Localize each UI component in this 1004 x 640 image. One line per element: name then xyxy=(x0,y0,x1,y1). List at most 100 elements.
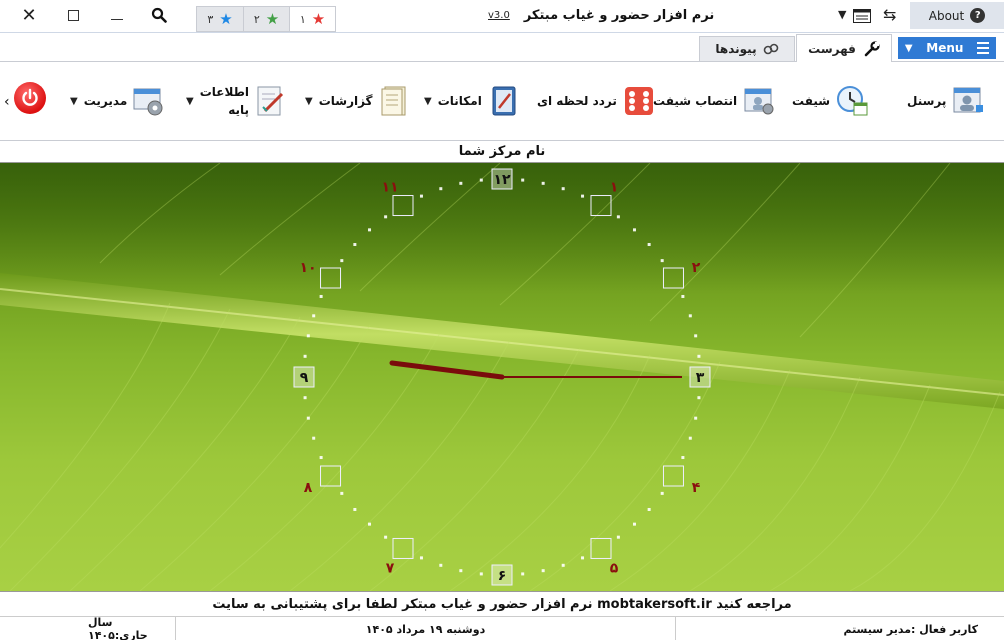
minute-dot xyxy=(439,563,443,567)
star-icon: ★ xyxy=(219,9,233,28)
about-button[interactable]: About ? xyxy=(910,2,1004,29)
maximize-icon xyxy=(67,9,79,21)
swap-arrows-icon[interactable]: ⇆ xyxy=(883,5,896,24)
minute-dot xyxy=(479,178,483,182)
ribbon-management-label: مدیریت xyxy=(83,94,128,108)
minute-dot xyxy=(312,436,316,440)
title-bar: ✕ ۳ ★ ۲ ★ ۱ ★ v3.0 نرم افزار حضور و غیاب… xyxy=(0,0,1004,33)
ribbon-shift-label: شیفت xyxy=(792,94,831,108)
clock-calendar-icon xyxy=(836,85,868,117)
status-bar: سال جاری:۱۴۰۵ دوشنبه ۱۹ مرداد ۱۴۰۵ کاربر… xyxy=(0,616,1004,640)
minute-dot xyxy=(303,396,307,400)
app-version[interactable]: v3.0 xyxy=(488,10,510,21)
minimize-icon xyxy=(111,18,123,20)
ribbon-personnel-label: پرسنل xyxy=(907,94,947,108)
tab-links[interactable]: پیوندها xyxy=(699,36,795,61)
hour-numeral: ۱ xyxy=(610,179,619,195)
search-icon xyxy=(151,7,167,23)
hour-marker xyxy=(392,537,414,559)
center-name-bar: نام مرکز شما xyxy=(0,141,1004,163)
minute-dot xyxy=(697,396,701,400)
settings-window-icon xyxy=(133,85,165,117)
app-window: ✕ ۳ ★ ۲ ★ ۱ ★ v3.0 نرم افزار حضور و غیاب… xyxy=(0,0,1004,640)
favorite-label: ۱ xyxy=(299,12,306,26)
hour-numeral: ۱۱ xyxy=(381,179,398,195)
minute-dot xyxy=(353,507,357,511)
minute-dot xyxy=(479,572,483,576)
hour-numeral: ۸ xyxy=(304,480,313,496)
current-year-text: سال جاری:۱۴۰۵ xyxy=(88,616,148,640)
layout-toggle-button[interactable] xyxy=(853,8,871,27)
chevron-down-icon[interactable]: ▼ xyxy=(838,8,846,21)
tab-index[interactable]: فهرست xyxy=(796,34,892,62)
minute-dot xyxy=(419,556,423,560)
ribbon-base-info[interactable]: اطلاعات پایه ▼ xyxy=(186,62,287,140)
star-icon: ★ xyxy=(265,9,280,28)
help-icon: ? xyxy=(970,8,986,23)
ribbon-shift-assign[interactable]: انتصاب شیفت xyxy=(653,62,775,140)
tools-book-icon xyxy=(488,85,520,117)
minute-dot xyxy=(368,522,372,526)
scroll-left-arrow-icon[interactable]: ‹ xyxy=(4,94,10,110)
minute-dot xyxy=(521,572,525,576)
ribbon-personnel[interactable]: پرسنل xyxy=(907,62,984,140)
minute-dot xyxy=(306,334,310,338)
status-current-year: سال جاری:۱۴۰۵ xyxy=(0,616,176,640)
personnel-icon xyxy=(952,85,984,117)
minute-dot xyxy=(541,181,545,185)
minute-dot xyxy=(694,334,698,338)
minute-dot xyxy=(561,563,565,567)
minute-dot xyxy=(660,491,664,495)
chevron-down-icon: ▼ xyxy=(904,42,913,54)
close-window-button[interactable]: ✕ xyxy=(12,0,46,30)
ribbon-reports-label: گزارشات xyxy=(318,94,373,108)
ribbon-base-info-label: اطلاعات پایه xyxy=(200,83,249,119)
favorite-tab-1[interactable]: ۱ ★ xyxy=(289,7,335,31)
minute-dot xyxy=(439,187,443,191)
menu-button[interactable]: ▼ Menu xyxy=(898,37,996,59)
minute-dot xyxy=(459,181,463,185)
wallpaper-area: ۱۲ ۱ ۲ ۳ ۴ ۵ ۶ ۷ ۸ ۹ ۱۰ ۱۱ xyxy=(0,163,1004,591)
status-date: دوشنبه ۱۹ مرداد ۱۴۰۵ xyxy=(176,617,676,640)
hour-numeral: ۹ xyxy=(300,370,309,386)
minute-dot xyxy=(681,456,685,460)
ribbon-management[interactable]: مدیریت ▼ xyxy=(70,62,165,140)
minute-dot xyxy=(688,436,692,440)
minute-dot xyxy=(581,556,585,560)
favorite-tab-3[interactable]: ۳ ★ xyxy=(197,7,243,31)
hour-numeral: ۵ xyxy=(610,561,619,577)
ribbon-toolbar: ‹ مدیریت ▼ اطلاعات پایه ▼ گزارشات ▼ امکا… xyxy=(0,61,1004,141)
ribbon-tabs: پیوندها فهرست ▼ Menu xyxy=(0,33,1004,62)
status-active-user: کاربر فعال :مدیر سیستم xyxy=(676,617,1004,640)
ribbon-facilities[interactable]: امکانات ▼ xyxy=(424,62,520,140)
tab-links-label: پیوندها xyxy=(715,42,757,56)
minute-dot xyxy=(419,194,423,198)
minute-dot xyxy=(647,243,651,247)
search-button[interactable] xyxy=(142,0,176,30)
app-title-text: نرم افزار حضور و غیاب مبتکر xyxy=(523,8,715,23)
chevron-down-icon: ▼ xyxy=(305,95,313,107)
wrench-icon xyxy=(864,40,880,56)
maximize-window-button[interactable] xyxy=(56,0,90,30)
ribbon-reports[interactable]: گزارشات ▼ xyxy=(305,62,411,140)
minimize-window-button[interactable] xyxy=(100,0,134,30)
tab-index-label: فهرست xyxy=(808,41,856,56)
star-icon: ★ xyxy=(311,9,326,28)
ribbon-instant-traffic[interactable]: تردد لحظه ای xyxy=(537,62,655,140)
minute-dot xyxy=(581,194,585,198)
favorite-label: ۳ xyxy=(207,12,214,26)
minute-dot xyxy=(384,215,388,219)
minute-dot xyxy=(340,491,344,495)
exit-button[interactable] xyxy=(14,82,46,114)
link-icon xyxy=(763,43,778,55)
edit-document-icon xyxy=(255,85,287,117)
chevron-down-icon: ▼ xyxy=(70,95,78,107)
favorite-tab-2[interactable]: ۲ ★ xyxy=(243,7,289,31)
ribbon-shift[interactable]: شیفت xyxy=(792,62,868,140)
hour-numeral: ۷ xyxy=(386,561,395,577)
minute-dot xyxy=(384,535,388,539)
minute-dot xyxy=(694,416,698,420)
assign-shift-icon xyxy=(743,85,775,117)
leaf-background: ۱۲ ۱۲۳۴۵۶۷۸۹۱۰۱۱ xyxy=(0,163,1004,591)
minute-dot xyxy=(616,215,620,219)
